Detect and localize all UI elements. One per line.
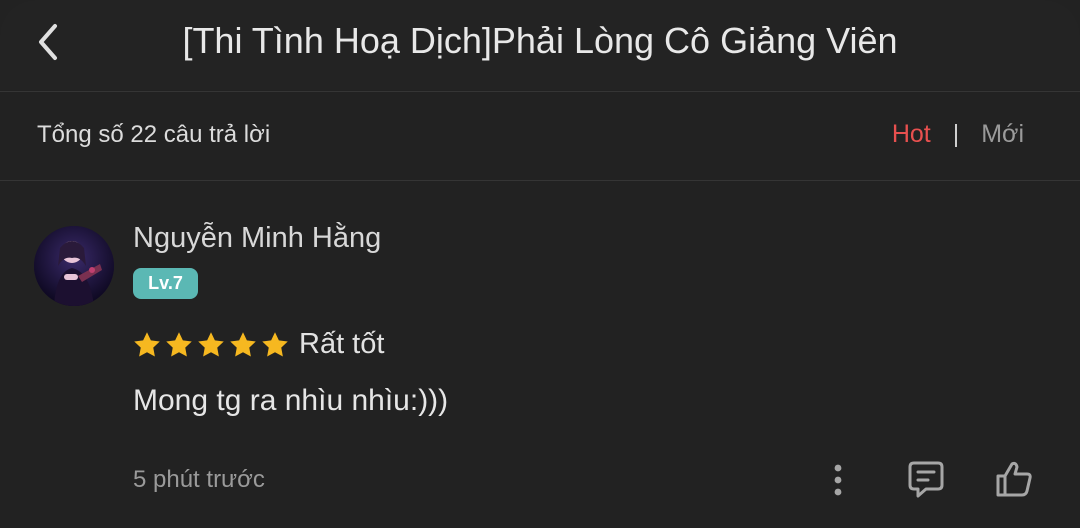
total-answers-text: Tổng số 22 câu trả lời	[37, 121, 271, 148]
sort-new-tab[interactable]: Mới	[981, 120, 1024, 149]
review-comment: Mong tg ra nhìu nhìu:)))	[133, 384, 449, 417]
header-bar: [Thi Tình Hoạ Dịch]Phải Lòng Cô Giảng Vi…	[0, 0, 1080, 90]
review-timestamp: 5 phút trước	[133, 466, 265, 493]
like-button[interactable]	[990, 455, 1038, 503]
page-title: [Thi Tình Hoạ Dịch]Phải Lòng Cô Giảng Vi…	[182, 20, 898, 61]
reply-button[interactable]	[902, 455, 950, 503]
back-button[interactable]	[24, 16, 72, 68]
more-icon	[834, 464, 842, 496]
sort-toggle: Hot | Mới	[892, 120, 1024, 149]
avatar-image	[34, 226, 114, 306]
review-username[interactable]: Nguyễn Minh Hằng	[133, 222, 381, 255]
more-options-button[interactable]	[822, 458, 854, 502]
star-icon	[230, 332, 256, 357]
avatar[interactable]	[34, 226, 114, 306]
sort-separator: |	[952, 120, 960, 148]
star-icon	[198, 332, 224, 357]
like-icon	[996, 461, 1032, 497]
level-badge: Lv.7	[133, 268, 198, 299]
comment-icon	[908, 461, 944, 498]
chevron-left-icon	[39, 24, 57, 60]
star-rating	[132, 330, 292, 360]
summary-divider	[0, 180, 1080, 181]
star-icon	[134, 332, 160, 357]
rating-label: Rất tốt	[299, 328, 385, 360]
star-icon	[262, 332, 288, 357]
sort-hot-tab[interactable]: Hot	[892, 120, 931, 149]
star-icon	[166, 332, 192, 357]
summary-bar: Tổng số 22 câu trả lời Hot | Mới	[0, 92, 1080, 180]
